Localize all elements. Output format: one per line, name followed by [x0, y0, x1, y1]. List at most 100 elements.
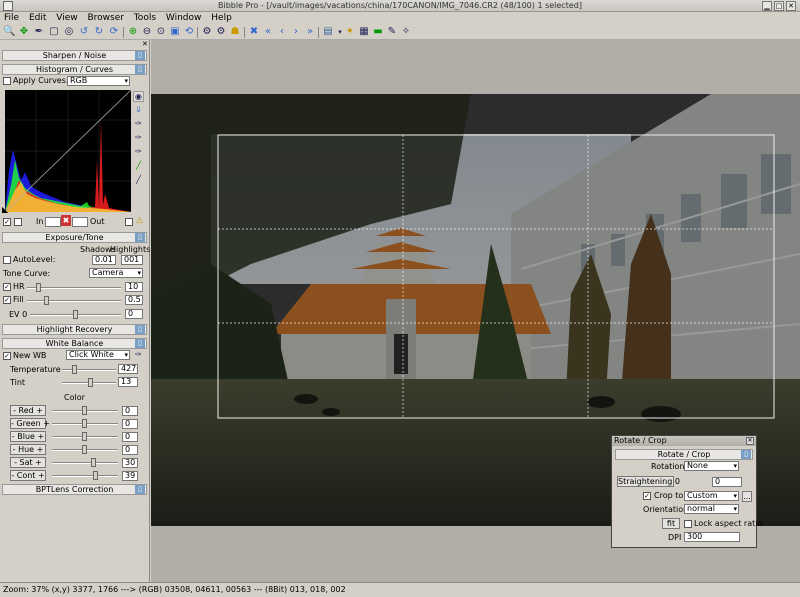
curve-line-icon[interactable]: ╱: [133, 161, 144, 172]
crop-more-button[interactable]: ...: [742, 491, 752, 502]
cont-adjust-button[interactable]: - Cont +: [10, 470, 46, 481]
wb-mode-select[interactable]: Click White: [66, 350, 130, 360]
temperature-field[interactable]: 4276: [118, 364, 138, 374]
eyedropper-icon[interactable]: ✒: [33, 26, 45, 38]
minimize-button[interactable]: ▁: [762, 1, 772, 11]
rotate-crop-titlebar[interactable]: Rotate / Crop ✕: [612, 436, 756, 446]
histogram-checkbox-a[interactable]: ✓: [3, 218, 11, 226]
crop-icon[interactable]: ▢: [48, 26, 60, 38]
pin-icon[interactable]: ▯: [135, 485, 145, 494]
fit-button[interactable]: fit: [662, 518, 680, 529]
pin-icon[interactable]: ▯: [741, 450, 751, 459]
magnifier-icon[interactable]: 🔍: [3, 26, 15, 38]
warning-checkbox[interactable]: [125, 218, 133, 226]
cont-slider-thumb[interactable]: [93, 471, 98, 480]
refresh-icon[interactable]: ⟲: [183, 26, 195, 38]
pin-icon[interactable]: ▯: [135, 51, 145, 60]
tools-icon[interactable]: ✎: [386, 26, 398, 38]
tint-slider[interactable]: [62, 378, 116, 387]
histogram-checkbox-b[interactable]: [14, 218, 22, 226]
white-balance-header[interactable]: White Balance ▯: [2, 338, 147, 349]
tint-slider-thumb[interactable]: [88, 378, 93, 387]
menu-edit[interactable]: Edit: [25, 12, 49, 23]
pin-icon[interactable]: ▯: [135, 65, 145, 74]
histogram-curve-graph[interactable]: [5, 90, 131, 212]
zoom-out-icon[interactable]: ⊖: [141, 26, 153, 38]
fill-slider-thumb[interactable]: [44, 296, 49, 305]
apply-curves-checkbox[interactable]: [3, 77, 11, 85]
crop-preset-select[interactable]: Custom: [684, 491, 739, 501]
lock-aspect-checkbox[interactable]: [684, 520, 692, 528]
maximize-button[interactable]: □: [774, 1, 784, 11]
rotate-icon[interactable]: ⟳: [108, 26, 120, 38]
hue-slider-thumb[interactable]: [82, 445, 87, 454]
red-slider-thumb[interactable]: [82, 406, 87, 415]
new-wb-checkbox[interactable]: ✓: [3, 352, 11, 360]
panel-close-icon[interactable]: ✕: [142, 40, 148, 48]
autolevel-checkbox[interactable]: [3, 256, 11, 264]
histogram-curves-header[interactable]: Histogram / Curves ▯: [2, 64, 147, 75]
rotate-cw-icon[interactable]: ↻: [93, 26, 105, 38]
hue-slider[interactable]: [52, 445, 118, 454]
temperature-slider-thumb[interactable]: [72, 365, 77, 374]
sharpen-noise-header[interactable]: Sharpen / Noise ▯: [2, 50, 147, 61]
ev-slider[interactable]: [30, 310, 121, 319]
green-field[interactable]: 0: [122, 419, 138, 429]
menu-view[interactable]: View: [52, 12, 80, 23]
tone-curve-select[interactable]: Camera: [89, 268, 143, 278]
menu-file[interactable]: File: [0, 12, 22, 23]
curve-down-icon[interactable]: ⇓: [133, 105, 144, 116]
menu-window[interactable]: Window: [162, 12, 205, 23]
pin-icon[interactable]: ▯: [135, 339, 145, 348]
zoom-window-icon[interactable]: ▣: [169, 26, 181, 38]
curve-in-field[interactable]: [45, 217, 61, 227]
highlight-recovery-header[interactable]: Highlight Recovery ▯: [2, 324, 147, 335]
green-rect-icon[interactable]: ▬: [372, 26, 384, 38]
hue-field[interactable]: 0: [122, 445, 138, 455]
delete-icon[interactable]: ✖: [248, 26, 260, 38]
rotate-ccw-icon[interactable]: ↺: [78, 26, 90, 38]
hr-slider-thumb[interactable]: [36, 283, 41, 292]
black-dropper-icon[interactable]: ✑: [133, 119, 144, 130]
straightening-field[interactable]: 0: [712, 477, 742, 487]
fill-checkbox[interactable]: ✓: [3, 296, 11, 304]
tint-field[interactable]: 13: [118, 377, 138, 387]
menu-help[interactable]: Help: [207, 12, 235, 23]
bpt-lens-header[interactable]: BPTLens Correction ▯: [2, 484, 147, 495]
pin-icon[interactable]: ▯: [135, 325, 145, 334]
white-dropper-icon[interactable]: ✑: [133, 147, 144, 158]
wb-dropper-icon[interactable]: ✑: [133, 349, 144, 360]
pin-icon[interactable]: ▯: [135, 233, 145, 242]
hr-checkbox[interactable]: ✓: [3, 283, 11, 291]
sat-adjust-button[interactable]: - Sat +: [10, 457, 46, 468]
cont-field[interactable]: 39: [122, 471, 138, 481]
crop-checkbox[interactable]: ✓: [643, 492, 651, 500]
zoom-in-icon[interactable]: ⊕: [127, 26, 139, 38]
rotate-crop-header[interactable]: Rotate / Crop ▯: [615, 449, 753, 460]
grid-icon[interactable]: ▦: [358, 26, 370, 38]
wand-icon[interactable]: ✧: [400, 26, 412, 38]
gray-dropper-icon[interactable]: ✑: [133, 133, 144, 144]
red-slider[interactable]: [52, 406, 118, 415]
curve-reset-icon[interactable]: ╱: [133, 175, 144, 186]
sat-slider-thumb[interactable]: [91, 458, 96, 467]
ev-field[interactable]: 0: [125, 309, 143, 319]
orientation-select[interactable]: normal: [684, 504, 739, 514]
blue-field[interactable]: 0: [122, 432, 138, 442]
close-button[interactable]: ✕: [786, 1, 796, 11]
shadows-field[interactable]: 0.01: [92, 255, 116, 265]
menu-tools[interactable]: Tools: [130, 12, 159, 23]
blue-slider[interactable]: [52, 432, 118, 441]
hue-adjust-button[interactable]: - Hue +: [10, 444, 46, 455]
fill-field[interactable]: 0.5: [125, 295, 143, 305]
green-slider-thumb[interactable]: [82, 419, 87, 428]
dialog-close-icon[interactable]: ✕: [746, 437, 754, 445]
curve-point-icon[interactable]: ◉: [133, 91, 144, 102]
ev-slider-thumb[interactable]: [73, 310, 78, 319]
blue-slider-thumb[interactable]: [82, 432, 87, 441]
blue-adjust-button[interactable]: - Blue +: [10, 431, 46, 442]
curve-channel-select[interactable]: RGB: [67, 76, 130, 86]
next-image-icon[interactable]: ›: [290, 26, 302, 38]
rotation-select[interactable]: None: [684, 461, 739, 471]
curve-clear-icon[interactable]: ✖: [61, 215, 71, 226]
